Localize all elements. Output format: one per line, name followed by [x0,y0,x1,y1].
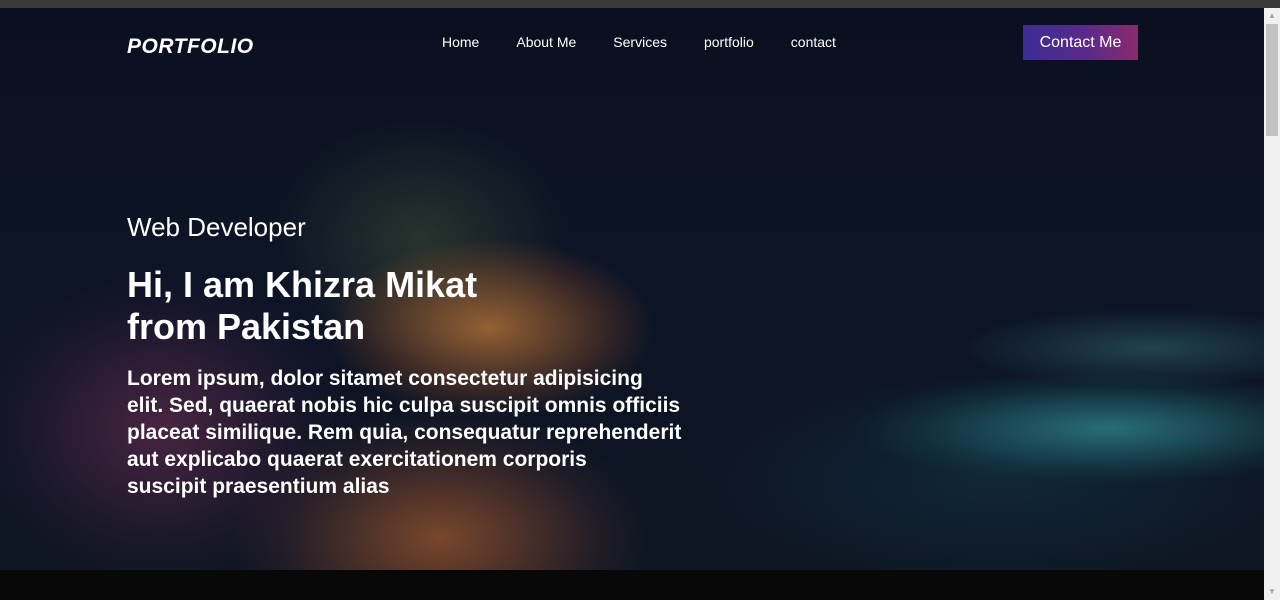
hero-intro-text: Lorem ipsum, dolor sitamet consectetur a… [127,365,681,500]
hero-role: Web Developer [127,212,306,242]
hero-intro-line: placeat similique. Rem quia, consequatur… [127,421,682,444]
nav-link-portfolio[interactable]: portfolio [704,34,754,50]
arrow-up-icon[interactable]: ▲ [1264,8,1280,24]
scrollbar-thumb[interactable] [1266,24,1278,136]
nav-link-about-me[interactable]: About Me [516,34,576,50]
arrow-down-icon[interactable]: ▼ [1264,584,1280,600]
browser-top-edge [0,0,1280,8]
hero-headline: Hi, I am Khizra Mikat from Pakistan [127,264,477,348]
hero-headline-line: from Pakistan [127,306,366,347]
site-logo[interactable]: PORTFOLIO [127,35,254,59]
hero-intro-line: suscipit praesentium alias [127,475,390,498]
hero-intro-line: Lorem ipsum, dolor sitamet consectetur a… [127,367,643,390]
nav-link-contact[interactable]: contact [791,34,836,50]
nav-link-home[interactable]: Home [442,34,479,50]
hero-intro-line: aut explicabo quaerat exercitationem cor… [127,448,587,471]
page-scrollbar[interactable]: ▲ ▼ [1264,8,1280,600]
contact-me-button[interactable]: Contact Me [1023,25,1138,60]
hero-intro-line: elit. Sed, quaerat nobis hic culpa susci… [127,394,681,417]
hero-section: PORTFOLIO Home About Me Services portfol… [0,8,1264,570]
nav-link-services[interactable]: Services [613,34,667,50]
main-nav: Home About Me Services portfolio contact [442,34,836,50]
next-section-edge [0,570,1264,600]
hero-headline-line: Hi, I am Khizra Mikat [127,264,478,305]
